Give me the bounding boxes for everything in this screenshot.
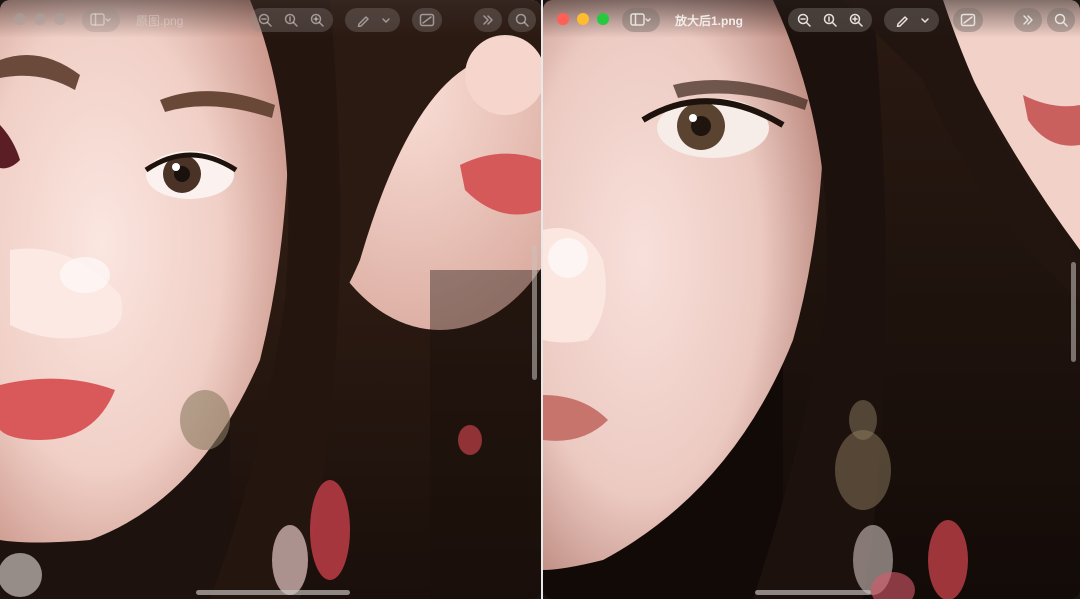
markup-menu[interactable] bbox=[915, 8, 935, 32]
more-chevrons-icon bbox=[483, 15, 493, 25]
search-button[interactable] bbox=[1047, 8, 1075, 32]
markup-button[interactable] bbox=[884, 8, 939, 32]
sidebar-toggle-button[interactable] bbox=[622, 8, 660, 32]
image-canvas[interactable] bbox=[0, 0, 541, 599]
window-title: 原图.png bbox=[136, 14, 184, 28]
close-button[interactable] bbox=[557, 13, 569, 25]
close-button[interactable] bbox=[14, 13, 26, 25]
sidebar-toggle-button[interactable] bbox=[82, 8, 120, 32]
sidebar-toggle-icon bbox=[630, 13, 651, 26]
preview-window-upscaled[interactable]: 放大后1.png bbox=[543, 0, 1080, 599]
sidebar-toggle-icon bbox=[90, 13, 111, 26]
adjust-button[interactable] bbox=[412, 8, 442, 32]
vertical-scrollbar[interactable] bbox=[532, 245, 537, 380]
zoom-button[interactable] bbox=[597, 13, 609, 25]
zoom-button[interactable] bbox=[54, 13, 66, 25]
zoom-out-button[interactable] bbox=[252, 8, 278, 32]
markup-button[interactable] bbox=[345, 8, 400, 32]
zoom-in-icon bbox=[310, 13, 324, 27]
window-controls bbox=[14, 13, 66, 25]
chevron-down-icon bbox=[381, 18, 390, 23]
crop-adjust-icon bbox=[419, 13, 435, 27]
vertical-scrollbar[interactable] bbox=[1071, 262, 1076, 362]
markup-pen-icon bbox=[896, 16, 908, 27]
minimize-button[interactable] bbox=[34, 13, 46, 25]
adjust-button[interactable] bbox=[953, 8, 983, 32]
photo-original bbox=[0, 0, 541, 599]
search-button[interactable] bbox=[508, 8, 536, 32]
zoom-actual-size-icon bbox=[823, 13, 837, 27]
zoom-controls bbox=[249, 8, 333, 32]
window-controls bbox=[557, 13, 609, 25]
more-chevrons-icon bbox=[1023, 15, 1033, 25]
search-icon bbox=[515, 13, 529, 27]
actual-size-button[interactable] bbox=[278, 8, 304, 32]
zoom-actual-size-icon bbox=[284, 13, 298, 27]
zoom-in-button[interactable] bbox=[304, 8, 330, 32]
search-icon bbox=[1054, 13, 1068, 27]
photo-upscaled bbox=[543, 0, 1080, 599]
minimize-button[interactable] bbox=[577, 13, 589, 25]
more-tools-button[interactable] bbox=[1014, 8, 1042, 32]
window-title: 放大后1.png bbox=[675, 14, 743, 28]
image-canvas[interactable] bbox=[543, 0, 1080, 599]
horizontal-scrollbar[interactable] bbox=[755, 590, 871, 595]
markup-pen[interactable] bbox=[350, 8, 376, 32]
markup-pen-icon bbox=[357, 16, 369, 27]
horizontal-scrollbar[interactable] bbox=[196, 590, 350, 595]
zoom-in-icon bbox=[849, 13, 863, 27]
zoom-in-button[interactable] bbox=[843, 8, 869, 32]
preview-window-original[interactable]: 原图.png bbox=[0, 0, 541, 599]
zoom-controls bbox=[788, 8, 872, 32]
crop-adjust-icon bbox=[960, 13, 976, 27]
zoom-out-button[interactable] bbox=[791, 8, 817, 32]
zoom-out-icon bbox=[797, 13, 811, 27]
more-tools-button[interactable] bbox=[474, 8, 502, 32]
markup-menu[interactable] bbox=[376, 8, 396, 32]
actual-size-button[interactable] bbox=[817, 8, 843, 32]
markup-pen[interactable] bbox=[889, 8, 915, 32]
desktop: 原图.png 放大后1.png bbox=[0, 0, 1080, 599]
zoom-out-icon bbox=[258, 13, 272, 27]
chevron-down-icon bbox=[920, 18, 929, 23]
